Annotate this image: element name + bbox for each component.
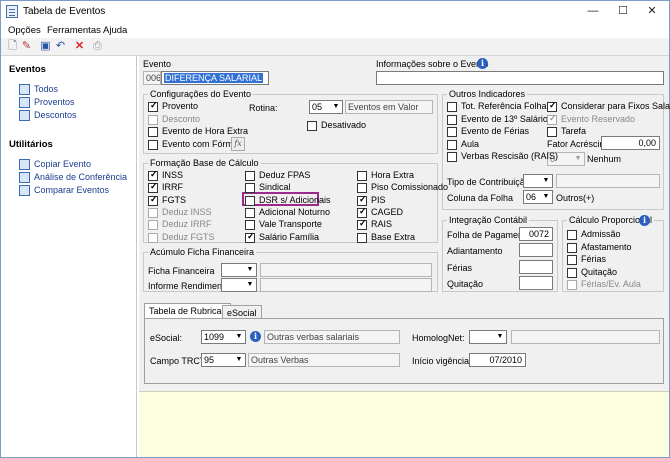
main-panel: Evento 006 DIFERENÇA SALARIAL Informaçõe… (139, 56, 670, 457)
rotina-label: Rotina: (249, 103, 278, 113)
informe-dropdown[interactable]: ▼ (221, 278, 257, 292)
print-icon[interactable]: ⎙ (91, 40, 104, 53)
sidebar: Eventos Todos Proventos Descontos Utilit… (1, 56, 137, 457)
trct-label: Campo TRCT: (150, 356, 207, 366)
evento-name-field[interactable]: DIFERENÇA SALARIAL (161, 71, 269, 85)
formacao-group-title: Formação Base de Cálculo (148, 158, 261, 168)
informe-desc-field (260, 278, 432, 292)
chevron-down-icon: ▼ (246, 266, 254, 273)
tipo-contribuicao-dropdown[interactable]: ▼ (523, 174, 553, 188)
chevron-down-icon: ▼ (496, 333, 504, 340)
chevron-down-icon: ▼ (235, 356, 243, 363)
folha-pagamento-field[interactable]: 0072 (519, 227, 553, 241)
title-bar: Tabela de Eventos — ☐ ✕ (1, 1, 669, 23)
quitacao-label: Quitação (447, 279, 484, 289)
ferias-label: Férias (447, 263, 473, 273)
delete-icon[interactable]: ✕ (73, 40, 86, 53)
trct-desc-field: Outras Verbas (248, 353, 400, 367)
homolognet-desc-field (511, 330, 660, 344)
main-window: Tabela de Eventos — ☐ ✕ Opções Ferrament… (0, 0, 670, 458)
new-doc-icon[interactable]: 🗋 (6, 40, 19, 53)
tab-tabela-rubricas[interactable]: Tabela de Rubricas (144, 303, 232, 318)
evento-label: Evento (143, 59, 172, 69)
toolbar: 🗋 ✎ ▣ ↶ ✕ ⎙ (1, 38, 669, 56)
chevron-down-icon: ▼ (542, 177, 550, 184)
esocial-dropdown[interactable]: 1099 ▼ (201, 330, 246, 344)
vigencia-label: Início vigência: (412, 356, 472, 366)
maximize-button[interactable]: ☐ (609, 3, 637, 19)
info-icon[interactable]: i (250, 331, 261, 342)
window-title: Tabela de Eventos (23, 6, 106, 17)
ficha-dropdown[interactable]: ▼ (221, 263, 257, 277)
homolognet-label: HomologNet: (412, 333, 465, 343)
check-icon (19, 172, 30, 183)
quitacao-field[interactable] (519, 276, 553, 290)
trct-dropdown[interactable]: 95 ▼ (201, 353, 246, 367)
tipo-contribuicao-label: Tipo de Contribuição (447, 177, 530, 187)
chevron-down-icon: ▼ (246, 281, 254, 288)
chevron-down-icon: ▼ (574, 155, 582, 162)
adiantamento-field[interactable] (519, 243, 553, 257)
coluna-folha-dropdown[interactable]: 06 ▼ (523, 190, 553, 204)
chevron-down-icon: ▼ (235, 333, 243, 340)
close-button[interactable]: ✕ (638, 3, 666, 19)
menu-ferramentas[interactable]: Ferramentas (47, 25, 101, 36)
edit-icon[interactable]: ✎ (20, 40, 33, 53)
ficha-desc-field (260, 263, 432, 277)
integracao-group-title: Integração Contábil (447, 215, 530, 225)
chevron-down-icon: ▼ (542, 193, 550, 200)
tipo-contribuicao-desc (556, 174, 660, 188)
homolognet-dropdown[interactable]: ▼ (469, 330, 507, 344)
sidebar-title-utilitarios: Utilitários (9, 139, 53, 150)
info-evento-field[interactable] (376, 71, 664, 85)
list-icon (19, 84, 30, 95)
config-group-title: Configurações do Evento (148, 89, 254, 99)
coluna-folha-desc: Outros(+) (556, 193, 595, 203)
info-icon[interactable]: i (477, 58, 488, 69)
undo-icon[interactable]: ↶ (54, 40, 67, 53)
sidebar-title-eventos: Eventos (9, 64, 46, 75)
coluna-folha-label: Coluna da Folha (447, 193, 514, 203)
fator-field[interactable]: 0,00 (601, 136, 660, 150)
rotina-desc-field: Eventos em Valor (345, 100, 433, 114)
save-icon[interactable]: ▣ (39, 40, 52, 53)
chevron-down-icon: ▼ (332, 103, 340, 110)
rotina-dropdown[interactable]: 05 ▼ (309, 100, 343, 114)
ferias-field[interactable] (519, 260, 553, 274)
nenhum-label: Nenhum (587, 154, 622, 164)
outros-group-title: Outros Indicadores (447, 89, 528, 99)
evento-code-field[interactable]: 006 (143, 71, 161, 85)
info-evento-label: Informações sobre o Evento (376, 59, 489, 69)
app-icon (6, 5, 18, 18)
esocial-label: eSocial: (150, 333, 183, 343)
info-icon[interactable]: i (639, 215, 650, 226)
esocial-desc-field: Outras verbas salariais (264, 330, 400, 344)
tab-strip: Tabela de Rubricas eSocial (144, 303, 664, 319)
minimize-button[interactable]: — (579, 3, 607, 19)
acumulo-group-title: Acúmulo Ficha Financeira (148, 247, 257, 257)
compare-icon (19, 185, 30, 196)
notes-area (139, 391, 669, 457)
formula-button[interactable]: fx (231, 137, 245, 151)
menu-ajuda[interactable]: Ajuda (103, 25, 127, 36)
list-icon (19, 97, 30, 108)
ficha-label: Ficha Financeira (148, 266, 215, 276)
menu-bar: Opções Ferramentas Ajuda (1, 23, 669, 38)
list-icon (19, 110, 30, 121)
rubricas-panel: eSocial: 1099 ▼ i Outras verbas salariais… (144, 318, 664, 384)
tab-esocial[interactable]: eSocial (222, 305, 262, 318)
menu-opcoes[interactable]: Opções (8, 25, 41, 36)
copy-icon (19, 159, 30, 170)
vigencia-field[interactable]: 07/2010 (469, 353, 526, 367)
adiantamento-label: Adiantamento (447, 246, 503, 256)
